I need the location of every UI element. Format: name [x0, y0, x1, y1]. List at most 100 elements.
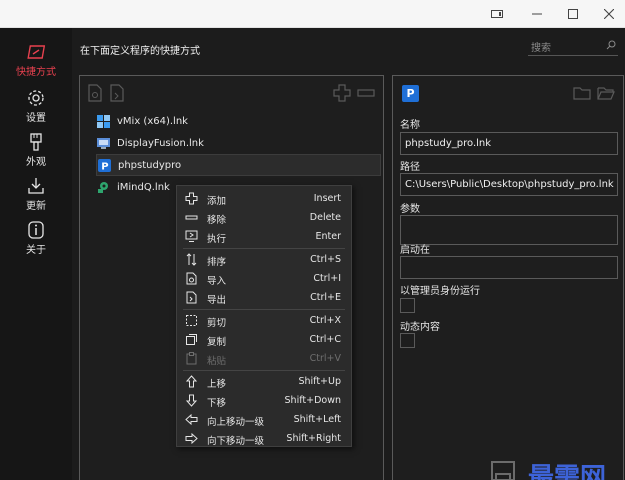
brush-icon [30, 133, 42, 151]
menu-shortcut: Insert [313, 193, 341, 204]
file-export-icon[interactable] [110, 84, 124, 102]
menu-item-remove[interactable]: 移除 Delete [177, 208, 351, 227]
menu-shortcut: Ctrl+S [310, 254, 341, 265]
menu-item-move-up[interactable]: 上移 Shift+Up [177, 372, 351, 391]
search-placeholder: 搜索 [531, 43, 551, 54]
search-icon[interactable] [606, 40, 616, 50]
menu-shortcut: Shift+Right [286, 433, 341, 444]
menu-item-import[interactable]: 导入 Ctrl+I [177, 269, 351, 288]
watermark-text: 最需网 [528, 463, 607, 480]
menu-label: 导出 [207, 295, 227, 306]
dynamic-content-checkbox[interactable] [400, 333, 415, 348]
paste-icon [186, 352, 197, 365]
menu-item-sort[interactable]: 排序 Ctrl+S [177, 250, 351, 269]
phpstudy-icon: P [97, 158, 111, 172]
menu-label: 剪切 [207, 318, 227, 329]
menu-shortcut: Delete [309, 212, 341, 223]
imindq-icon [96, 180, 110, 194]
run-icon [185, 230, 198, 242]
minimize-button[interactable] [518, 0, 556, 28]
dynamic-content-label: 动态内容 [400, 322, 440, 333]
details-panel: P 名称 phpstudy_pro.lnk 路径 C:\Users\Public… [392, 75, 624, 480]
displayfusion-icon [96, 136, 110, 150]
file-name: vMix (x64).lnk [117, 115, 188, 127]
menu-item-cut[interactable]: 剪切 Ctrl+X [177, 311, 351, 330]
menu-label: 导入 [207, 276, 227, 287]
tablet-icon[interactable] [478, 0, 516, 28]
folder-icon[interactable] [573, 86, 591, 100]
search-input[interactable]: 搜索 [528, 36, 618, 56]
minus-icon [185, 215, 198, 220]
level-down-icon [185, 432, 198, 445]
title-bar [0, 0, 625, 28]
menu-item-export[interactable]: 导出 Ctrl+E [177, 288, 351, 307]
menu-label: 复制 [207, 337, 227, 348]
menu-item-run[interactable]: 执行 Enter [177, 227, 351, 246]
cut-icon [186, 315, 197, 326]
folder-open-icon[interactable] [597, 86, 615, 100]
shortcut-icon [27, 45, 46, 59]
menu-divider [183, 309, 345, 310]
menu-label: 粘贴 [207, 356, 227, 367]
add-icon[interactable] [333, 84, 351, 102]
menu-item-add[interactable]: 添加 Insert [177, 189, 351, 208]
menu-item-level-down[interactable]: 向下移动一级 Shift+Right [177, 429, 351, 448]
name-label: 名称 [400, 120, 420, 131]
menu-divider [183, 248, 345, 249]
new-file-icon[interactable] [88, 84, 102, 102]
import-icon [186, 272, 197, 285]
plus-icon [185, 192, 198, 205]
menu-label: 排序 [207, 257, 227, 268]
export-icon [186, 291, 197, 304]
start-in-label: 启动在 [400, 245, 430, 256]
arguments-field[interactable] [400, 215, 618, 245]
menu-item-move-down[interactable]: 下移 Shift+Down [177, 391, 351, 410]
run-as-admin-checkbox[interactable] [400, 298, 415, 313]
svg-text:P: P [101, 161, 108, 172]
menu-shortcut: Shift+Up [298, 376, 341, 387]
menu-label: 上移 [207, 379, 227, 390]
download-icon [28, 178, 44, 194]
nav-item-settings[interactable]: 设置 [0, 88, 72, 124]
sort-icon [186, 253, 197, 266]
menu-item-paste[interactable]: 粘贴 Ctrl+V [177, 349, 351, 368]
menu-label: 添加 [207, 196, 227, 207]
list-item[interactable]: DisplayFusion.lnk [96, 132, 381, 154]
nav-item-about[interactable]: 关于 [0, 220, 72, 256]
nav-label: 关于 [26, 245, 46, 256]
arrow-up-icon [185, 375, 198, 388]
path-label: 路径 [400, 162, 420, 173]
nav-label: 设置 [26, 113, 46, 124]
name-field[interactable]: phpstudy_pro.lnk [400, 132, 618, 155]
list-item[interactable]: vMix (x64).lnk [96, 110, 381, 132]
list-item[interactable]: P phpstudypro [96, 154, 381, 176]
nav-item-shortcuts[interactable]: 快捷方式 [0, 42, 72, 78]
maximize-button[interactable] [554, 0, 592, 28]
menu-shortcut: Shift+Down [284, 395, 341, 406]
nav-item-appearance[interactable]: 外观 [0, 132, 72, 168]
menu-label: 向下移动一级 [207, 436, 265, 447]
copy-icon [186, 334, 197, 345]
start-in-field[interactable] [400, 256, 618, 279]
menu-label: 移除 [207, 215, 227, 226]
vmix-icon [96, 114, 110, 128]
nav-item-update[interactable]: 更新 [0, 176, 72, 212]
menu-shortcut: Shift+Left [293, 414, 341, 425]
nav-label: 快捷方式 [16, 67, 56, 78]
nav-label: 外观 [26, 157, 46, 168]
menu-shortcut: Ctrl+V [309, 353, 341, 364]
run-as-admin-label: 以管理员身份运行 [400, 286, 480, 297]
menu-shortcut: Enter [315, 231, 342, 242]
sidebar: 快捷方式 设置 外观 更新 关于 [0, 28, 72, 480]
path-field[interactable]: C:\Users\Public\Desktop\phpstudy_pro.lnk [400, 173, 618, 196]
file-name: phpstudypro [118, 159, 182, 171]
menu-item-level-up[interactable]: 向上移动一级 Shift+Left [177, 410, 351, 429]
menu-shortcut: Ctrl+X [309, 315, 341, 326]
menu-label: 下移 [207, 398, 227, 409]
file-name: DisplayFusion.lnk [117, 137, 204, 149]
close-button[interactable] [590, 0, 625, 28]
menu-item-copy[interactable]: 复制 Ctrl+C [177, 330, 351, 349]
remove-icon[interactable] [357, 84, 375, 102]
context-menu: 添加 Insert 移除 Delete 执行 Enter 排序 Ctrl+S 导… [176, 185, 352, 447]
app-body: 快捷方式 设置 外观 更新 关于 在下面定义程序的快捷方式 搜索 vMix (x… [0, 28, 625, 480]
